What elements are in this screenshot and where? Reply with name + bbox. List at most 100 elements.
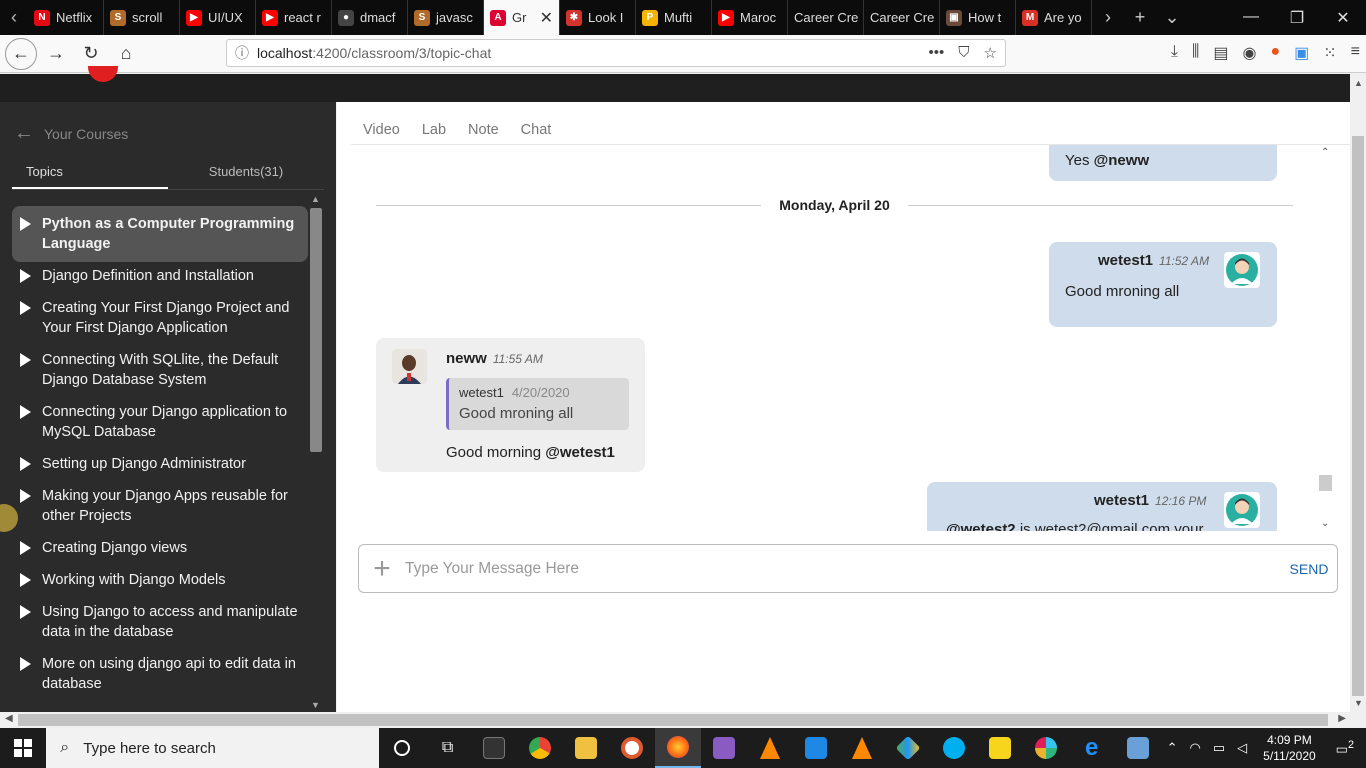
avatar[interactable] bbox=[1224, 252, 1260, 288]
scroll-thumb[interactable] bbox=[1352, 136, 1364, 696]
back-arrow-icon[interactable]: ← bbox=[5, 37, 37, 70]
home-icon[interactable]: ⌂ bbox=[110, 38, 142, 70]
scroll-right-icon[interactable]: ▶ bbox=[1338, 713, 1346, 724]
firefox-icon[interactable] bbox=[654, 728, 701, 768]
clock[interactable]: 4:09 PM 5/11/2020 bbox=[1263, 732, 1316, 764]
browser-tab[interactable]: Sjavasc bbox=[408, 0, 484, 35]
topic-item[interactable]: Python as a Computer Programming Languag… bbox=[12, 206, 308, 262]
browser-tab[interactable]: ▶ UI/UX bbox=[180, 0, 256, 35]
sticky-notes-icon[interactable] bbox=[977, 728, 1023, 768]
file-explorer-icon[interactable] bbox=[563, 728, 609, 768]
extension-fi-icon[interactable]: ▣ bbox=[1294, 43, 1309, 63]
scroll-up-icon[interactable]: ▲ bbox=[311, 194, 320, 204]
browser-tab[interactable]: A Gr ✕ bbox=[484, 0, 560, 35]
minimize-icon[interactable]: — bbox=[1228, 8, 1274, 28]
extension-icon[interactable]: ● bbox=[1270, 43, 1280, 63]
mention[interactable]: @wetest2 bbox=[946, 521, 1016, 531]
topic-item[interactable]: Creating Django views bbox=[12, 534, 308, 566]
extensions-grid-icon[interactable]: ⁙ bbox=[1323, 43, 1336, 63]
git-icon[interactable] bbox=[885, 728, 931, 768]
vlc-icon[interactable] bbox=[747, 728, 793, 768]
topic-item[interactable]: Django Definition and Installation bbox=[12, 262, 308, 294]
message-author[interactable]: wetest1 bbox=[1094, 492, 1149, 509]
scroll-down-icon[interactable]: ▼ bbox=[311, 700, 320, 710]
app-logo[interactable] bbox=[88, 66, 118, 82]
slack-icon[interactable] bbox=[1023, 728, 1069, 768]
pocket-icon[interactable]: ⛉ bbox=[958, 44, 969, 62]
topic-item[interactable]: Working with Django Models bbox=[12, 566, 308, 598]
vscode-icon[interactable] bbox=[793, 728, 839, 768]
browser-tab[interactable]: N Netflix bbox=[28, 0, 104, 35]
browser-tab[interactable]: P Mufti bbox=[636, 0, 712, 35]
scroll-thumb[interactable] bbox=[1319, 475, 1332, 491]
chat-scrollbar[interactable]: ⌃ ⌄ bbox=[1317, 145, 1334, 531]
vlc-icon[interactable] bbox=[839, 728, 885, 768]
library-icon[interactable]: ⫼ bbox=[1192, 43, 1199, 63]
message-input[interactable] bbox=[405, 559, 1281, 578]
metro-app-icon[interactable] bbox=[701, 728, 747, 768]
restore-icon[interactable]: ❐ bbox=[1274, 8, 1320, 28]
scroll-up-icon[interactable]: ▲ bbox=[1354, 78, 1363, 88]
notifications-icon[interactable]: ▭2 bbox=[1336, 739, 1354, 757]
tab-topics[interactable]: Topics bbox=[12, 158, 168, 189]
forward-arrow-icon[interactable]: → bbox=[40, 38, 72, 70]
tab-note[interactable]: Note bbox=[468, 122, 499, 138]
browser-tab[interactable]: Career Cre bbox=[788, 0, 864, 35]
browser-tab[interactable]: ● dmacf bbox=[332, 0, 408, 35]
bookmark-star-icon[interactable]: ☆ bbox=[984, 44, 997, 62]
mention[interactable]: @neww bbox=[1094, 152, 1149, 169]
photos-icon[interactable] bbox=[1115, 728, 1161, 768]
task-view-icon[interactable]: ⧉ bbox=[425, 728, 471, 768]
cortana-icon[interactable] bbox=[379, 728, 425, 768]
start-button[interactable] bbox=[0, 728, 46, 768]
topic-item[interactable]: More on using django api to edit data in… bbox=[12, 650, 308, 702]
topic-list-scrollbar[interactable]: ▲ ▼ bbox=[308, 192, 324, 712]
page-horizontal-scrollbar[interactable]: ◀ ▶ bbox=[0, 712, 1366, 728]
sidebar-toggle-icon[interactable]: ▤ bbox=[1213, 43, 1228, 63]
browser-tab[interactable]: M Are yo bbox=[1016, 0, 1092, 35]
browser-tab[interactable]: ▶ Maroc bbox=[712, 0, 788, 35]
back-to-courses-link[interactable]: ← Your Courses bbox=[14, 122, 128, 145]
browser-tab[interactable]: ▣ How t bbox=[940, 0, 1016, 35]
account-icon[interactable]: ◉ bbox=[1242, 43, 1256, 63]
browser-tab[interactable]: ✱ Look I bbox=[560, 0, 636, 35]
new-tab-icon[interactable]: + bbox=[1124, 7, 1156, 28]
volume-icon[interactable]: ◁ bbox=[1237, 740, 1247, 756]
close-window-icon[interactable]: ✕ bbox=[1320, 8, 1366, 28]
quoted-message[interactable]: wetest1 4/20/2020 Good mroning all bbox=[446, 378, 629, 430]
topic-item[interactable]: Setting up Django Administrator bbox=[12, 450, 308, 482]
scroll-down-icon[interactable]: ⌄ bbox=[1321, 518, 1329, 529]
tab-students[interactable]: Students(31) bbox=[168, 158, 324, 189]
battery-icon[interactable]: ▭ bbox=[1213, 740, 1225, 756]
tray-chevron-icon[interactable]: ⌃ bbox=[1167, 740, 1178, 756]
skype-icon[interactable] bbox=[931, 728, 977, 768]
topic-item[interactable]: Connecting With SQLlite, the Default Dja… bbox=[12, 346, 308, 398]
menu-icon[interactable]: ≡ bbox=[1351, 43, 1360, 63]
page-vertical-scrollbar[interactable]: ▲ ▼ bbox=[1350, 74, 1366, 712]
scroll-left-icon[interactable]: ◀ bbox=[5, 713, 13, 724]
reload-icon[interactable]: ↻ bbox=[75, 38, 107, 70]
tab-scroll-right-icon[interactable]: › bbox=[1092, 7, 1124, 28]
url-bar[interactable]: ⓘ localhost:4200/classroom/3/topic-chat … bbox=[226, 39, 1006, 67]
browser-tab[interactable]: Sscroll bbox=[104, 0, 180, 35]
scroll-up-icon[interactable]: ⌃ bbox=[1321, 147, 1329, 158]
scroll-down-icon[interactable]: ▼ bbox=[1354, 698, 1363, 708]
tab-video[interactable]: Video bbox=[363, 122, 400, 138]
avatar[interactable] bbox=[1224, 492, 1260, 528]
page-actions-icon[interactable]: ••• bbox=[929, 44, 945, 62]
site-info-icon[interactable]: ⓘ bbox=[235, 43, 249, 63]
tab-lab[interactable]: Lab bbox=[422, 122, 446, 138]
topic-item[interactable]: Connecting your Django application to My… bbox=[12, 398, 308, 450]
wifi-icon[interactable]: ◠ bbox=[1190, 740, 1201, 756]
browser-tab[interactable]: ▶ react r bbox=[256, 0, 332, 35]
edge-icon[interactable]: e bbox=[1069, 728, 1115, 768]
topic-item[interactable]: Creating Your First Django Project and Y… bbox=[12, 294, 308, 346]
message-author[interactable]: neww bbox=[446, 350, 487, 367]
chrome-icon[interactable] bbox=[517, 728, 563, 768]
topic-item[interactable]: Making your Django Apps reusable for oth… bbox=[12, 482, 308, 534]
avatar[interactable] bbox=[392, 349, 427, 384]
downloads-icon[interactable]: ⤓ bbox=[1171, 43, 1178, 63]
tab-chat[interactable]: Chat bbox=[521, 122, 552, 138]
close-tab-icon[interactable]: ✕ bbox=[540, 8, 553, 28]
app-icon[interactable] bbox=[609, 728, 655, 768]
